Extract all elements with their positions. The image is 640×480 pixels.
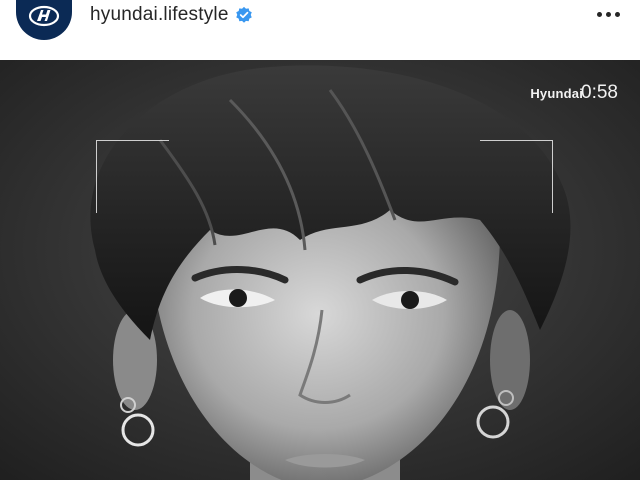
- frame-corner-top-left: [96, 140, 169, 213]
- more-options-button[interactable]: [597, 0, 620, 28]
- username-link[interactable]: hyundai.lifestyle: [90, 4, 229, 26]
- video-overlay: Hyundai 0:58: [530, 82, 618, 104]
- post-header: hyundai.lifestyle: [0, 0, 640, 60]
- hyundai-logo-icon: [28, 5, 60, 27]
- video-timestamp: 0:58: [581, 82, 618, 103]
- post-video[interactable]: Hyundai 0:58: [0, 60, 640, 480]
- username-row: hyundai.lifestyle: [90, 0, 253, 30]
- avatar[interactable]: [16, 0, 72, 40]
- more-options-icon: [597, 11, 602, 17]
- portrait-image: [0, 60, 640, 480]
- watermark-brand: Hyundai: [530, 86, 584, 101]
- verified-badge-icon: [235, 6, 252, 23]
- more-options-icon: [615, 11, 620, 17]
- frame-corner-top-right: [480, 140, 553, 213]
- more-options-icon: [606, 11, 611, 17]
